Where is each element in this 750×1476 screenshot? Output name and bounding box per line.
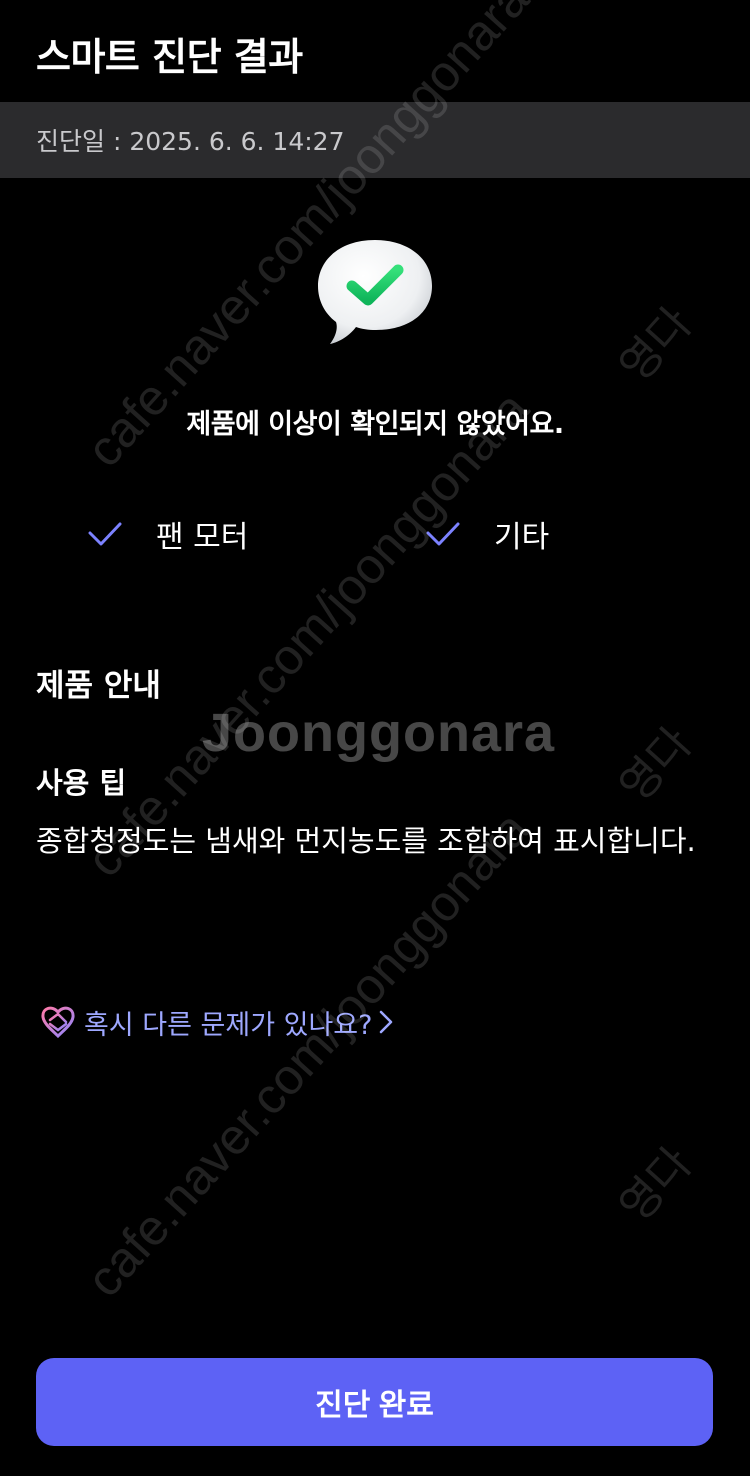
other-problem-label: 혹시 다른 문제가 있나요? — [84, 1009, 373, 1041]
check-icon — [426, 522, 460, 546]
other-problem-link[interactable]: 혹시 다른 문제가 있나요? — [38, 1002, 394, 1042]
watermark-url: cafe.naver.com/joonggonara — [75, 800, 540, 1308]
result-message: 제품에 이상이 확인되지 않았어요. — [186, 409, 564, 440]
watermark-logo: Joonggonara — [202, 703, 556, 763]
watermark-url: cafe.naver.com/joonggonara — [75, 380, 540, 888]
page-title: 스마트 진단 결과 — [36, 35, 303, 79]
check-item-fan-motor: 팬 모터 — [88, 512, 248, 556]
watermark-side: 영다 — [610, 1138, 702, 1232]
check-chat-bubble-icon — [310, 232, 440, 350]
diagnosis-date-bar: 진단일 : 2025. 6. 6. 14:27 — [0, 102, 750, 178]
chevron-right-icon — [380, 1010, 393, 1034]
check-icon — [88, 522, 122, 546]
check-item-label: 기타 — [494, 520, 550, 555]
watermark-side: 영다 — [610, 718, 702, 812]
complete-diagnosis-button[interactable]: 진단 완료 — [36, 1358, 713, 1446]
check-list: 팬 모터 기타 — [0, 512, 750, 556]
complete-diagnosis-label: 진단 완료 — [315, 1389, 434, 1422]
usage-tip-body: 종합청정도는 냄새와 먼지농도를 조합하여 표시합니다. — [36, 824, 696, 858]
diagnosis-date: 진단일 : 2025. 6. 6. 14:27 — [36, 127, 345, 156]
check-item-other: 기타 — [426, 512, 549, 556]
usage-tip-title: 사용 팁 — [36, 766, 127, 800]
watermark-side: 영다 — [610, 298, 702, 392]
product-guide-title: 제품 안내 — [36, 668, 161, 704]
support-icon — [41, 1006, 75, 1039]
check-item-label: 팬 모터 — [156, 520, 249, 555]
